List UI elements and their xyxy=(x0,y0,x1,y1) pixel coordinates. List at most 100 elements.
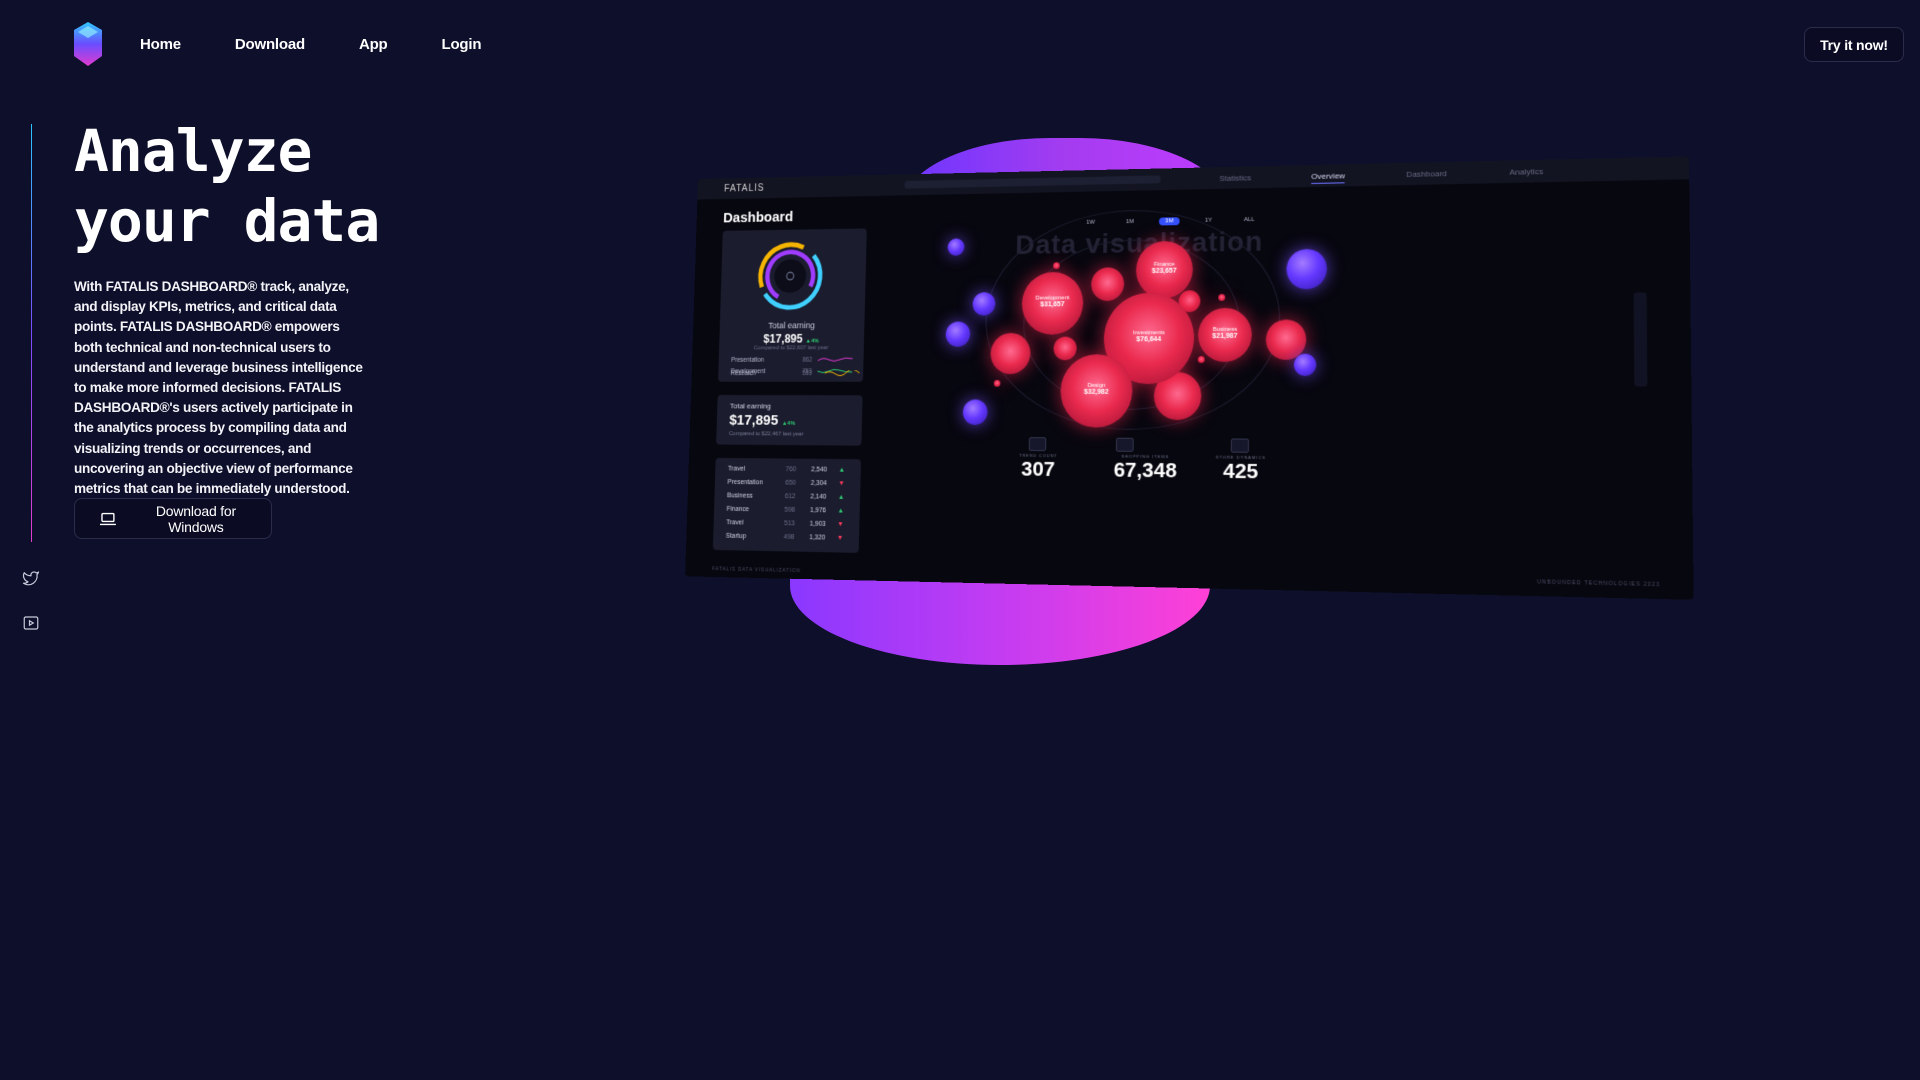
decorative-bubble xyxy=(1197,355,1205,363)
nav-app[interactable]: App xyxy=(359,36,388,53)
preview-brand: FATALIS xyxy=(723,183,765,195)
earning-card-ring: Total earning $17,895 ▲4% Compared to $2… xyxy=(718,228,867,382)
bubble-label: Business $21,987 xyxy=(1198,327,1252,340)
preview-tabs: Statistics Overview Dashboard Analytics xyxy=(1219,167,1543,186)
hero-title-line1: Analyze xyxy=(74,117,312,185)
nav-login[interactable]: Login xyxy=(442,36,482,53)
stat-icon xyxy=(1028,437,1047,452)
table-cell-count: 760 xyxy=(785,466,797,474)
earning-amount: $17,895 xyxy=(729,412,779,429)
download-windows-label: Download for Windows xyxy=(155,502,236,535)
table-cell-name: Business xyxy=(726,492,753,500)
sparkline xyxy=(818,357,853,363)
bubble-value: $76,644 xyxy=(1136,336,1162,344)
stat-icon xyxy=(1115,437,1134,452)
decorative-bubble xyxy=(1293,353,1317,376)
sparkline xyxy=(825,370,860,376)
earning-change: ▲4% xyxy=(805,338,819,345)
table-row: Travel 760 2,540 ▲ xyxy=(728,466,848,474)
decorative-bubble xyxy=(1286,248,1328,290)
table-cell-count: 650 xyxy=(785,479,796,487)
decorative-bubble xyxy=(993,379,1001,387)
table-cell-name: Presentation xyxy=(727,479,763,487)
table-cell-name: Travel xyxy=(726,519,744,527)
decorative-bubble xyxy=(945,321,971,347)
stat-block: TREND COUNT 307 xyxy=(1011,453,1065,482)
twitter-icon[interactable] xyxy=(22,569,40,587)
earning-card-compact: Total earning $17,895 ▲4% Compared to $2… xyxy=(716,394,863,446)
table-cell-value: 1,976 xyxy=(809,507,827,515)
dashboard-screen: FATALIS Statistics Overview Dashboard An… xyxy=(685,156,1694,600)
table-row: Finance 598 1,976 ▲ xyxy=(727,506,847,515)
trend-down-icon: ▼ xyxy=(836,534,844,542)
earning-change: ▲4% xyxy=(781,421,796,427)
mini-row-name: Presentation xyxy=(731,356,765,364)
trend-down-icon: ▼ xyxy=(837,521,844,529)
stat-value: 307 xyxy=(1021,457,1056,481)
preview-footer-left: FATALIS DATA VISUALIZATION xyxy=(712,566,801,575)
table-cell-value: 1,903 xyxy=(809,520,826,528)
range-option: ALL xyxy=(1243,216,1255,224)
bubble-value: $31,657 xyxy=(1040,301,1065,309)
table-cell-name: Travel xyxy=(727,465,746,473)
bubble-label: Design $32,982 xyxy=(1060,383,1132,396)
logo-icon[interactable] xyxy=(74,22,102,66)
preview-footer-right: UNBOUNDED TECHNOLOGIES 2023 xyxy=(1537,579,1661,589)
earning-amount: $17,895 xyxy=(763,332,803,346)
mini-row-name: Research xyxy=(730,370,756,377)
earning-compare: Compared to $22,607 last year xyxy=(753,345,829,352)
side-divider xyxy=(31,124,32,542)
table-cell-value: 1,320 xyxy=(809,534,826,542)
stat-block: SHOPPING ITEMS 67,348 xyxy=(1098,454,1193,484)
trend-up-icon: ▲ xyxy=(838,466,846,474)
preview-dashboard-title: Dashboard xyxy=(722,208,794,227)
stat-value: 67,348 xyxy=(1113,458,1177,483)
preview-tab-overview: Overview xyxy=(1311,171,1346,184)
bubble-value: $23,657 xyxy=(1151,267,1177,275)
download-windows-button[interactable]: Download for Windows xyxy=(74,498,272,539)
youtube-icon[interactable] xyxy=(22,614,40,632)
bubble-value: $32,982 xyxy=(1083,388,1109,396)
table-cell-count: 513 xyxy=(783,520,795,528)
preview-toolbar xyxy=(1633,292,1648,387)
table-cell-count: 598 xyxy=(784,506,796,514)
hero-title-line2: your data xyxy=(74,187,380,255)
nav-home[interactable]: Home xyxy=(140,36,181,53)
preview-tab-statistics: Statistics xyxy=(1219,173,1252,183)
hero-description: With FATALIS DASHBOARD® track, analyze, … xyxy=(74,279,363,497)
preview-tab-dashboard: Dashboard xyxy=(1406,169,1447,179)
bubble-value: $21,987 xyxy=(1212,332,1238,340)
earning-value: $17,895 ▲4% xyxy=(719,332,864,346)
table-cell-value: 2,540 xyxy=(811,466,828,474)
table-row: Travel 513 1,903 ▼ xyxy=(726,519,846,528)
preview-tab-analytics: Analytics xyxy=(1509,166,1544,177)
table-row: Business 612 2,140 ▲ xyxy=(727,492,847,500)
table-row: Startup 498 1,320 ▼ xyxy=(726,533,846,542)
earning-ring-chart xyxy=(754,239,826,314)
category-table: Travel 760 2,540 ▲ Presentation 650 2,304 ▼ Busi… xyxy=(712,457,862,553)
table-cell-value: 2,140 xyxy=(810,493,827,501)
decorative-bubble xyxy=(1218,293,1226,301)
earning-label: Total earning xyxy=(729,401,772,411)
table-cell-name: Startup xyxy=(725,532,747,540)
trend-down-icon: ▼ xyxy=(838,480,845,488)
preview-search-bar xyxy=(904,175,1161,189)
decorative-bubble xyxy=(947,238,965,256)
bubble-label: Development $31,657 xyxy=(1022,295,1083,308)
try-it-now-button[interactable]: Try it now! xyxy=(1804,27,1904,62)
stat-icon xyxy=(1230,438,1249,453)
mini-row-value: 553 xyxy=(801,370,813,377)
laptop-icon xyxy=(99,512,116,525)
earning-value: $17,895 ▲4% xyxy=(729,412,795,429)
earning-compare: Compared to $22,467 last year xyxy=(728,431,804,438)
stat-block: STORE DYNAMICS 425 xyxy=(1212,454,1269,484)
table-cell-value: 2,304 xyxy=(810,480,827,488)
nav-download[interactable]: Download xyxy=(235,36,305,53)
main-nav: Home Download App Login xyxy=(140,36,482,53)
mini-row-value: 862 xyxy=(802,356,813,364)
bubble-label: Finance $23,657 xyxy=(1136,261,1193,275)
table-cell-count: 612 xyxy=(784,493,796,501)
bubble-label: Investments $76,644 xyxy=(1104,330,1194,343)
stat-value: 425 xyxy=(1222,459,1259,484)
dashboard-preview: FATALIS Statistics Overview Dashboard An… xyxy=(640,130,1700,670)
